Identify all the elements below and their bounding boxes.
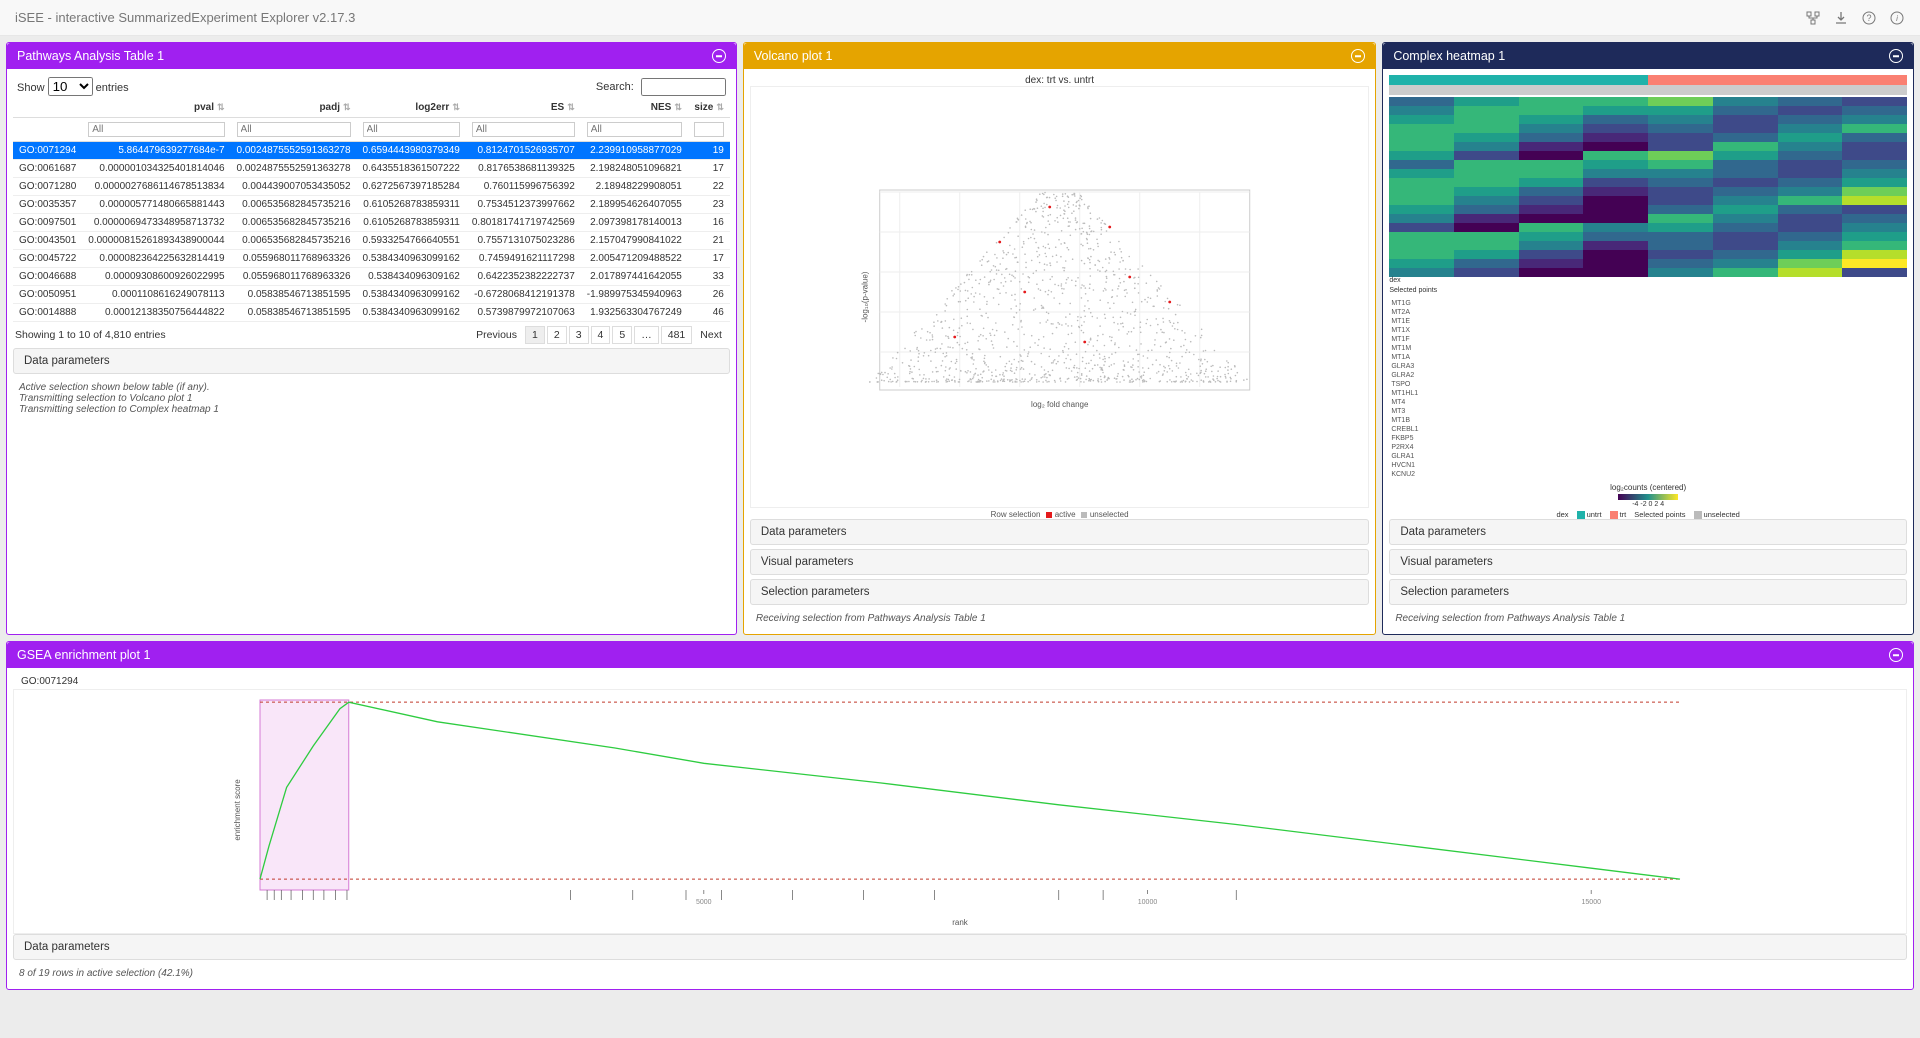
column-header[interactable]: ES [466,98,581,118]
column-header[interactable]: log2err [357,98,466,118]
panel-title: Complex heatmap 1 [1393,49,1505,63]
table-row[interactable]: GO:00466880.000093086009260229950.055968… [13,268,730,286]
download-icon[interactable] [1833,10,1849,26]
table-row[interactable]: GO:00616870.0000010343254018140460.00248… [13,160,730,178]
svg-text:5000: 5000 [696,899,712,906]
collapse-data-parameters[interactable]: Data parameters [13,934,1907,960]
volcano-plot[interactable]: log₂ fold change -log₁₀(p-value) [750,86,1369,508]
column-filter[interactable] [237,122,351,137]
search-label: Search: [596,81,634,93]
help-icon[interactable]: ? [1861,10,1877,26]
pathways-table: pvalpadjlog2errESNESsize GO:00712945.864… [13,98,730,322]
table-row[interactable]: GO:00712800.00000276861146785138340.0044… [13,178,730,196]
dt-info: Showing 1 to 10 of 4,810 entries [15,329,166,341]
column-header[interactable]: padj [231,98,357,118]
page-link[interactable]: Previous [470,327,523,343]
table-row[interactable]: GO:00435010.000008152618934389000440.006… [13,232,730,250]
gsea-pathway-id: GO:0071294 [13,674,1907,689]
table-row[interactable]: GO:00712945.864479639277684e-70.00248755… [13,142,730,160]
dt-length-control: Show 102550100 entries [17,77,129,96]
svg-text:10000: 10000 [1138,899,1158,906]
panel-footer: Receiving selection from Pathways Analys… [750,609,1369,628]
panel-footer: Active selection shown below table (if a… [13,378,730,419]
collapse-data-parameters[interactable]: Data parameters [13,348,730,374]
page-link[interactable]: 2 [547,326,567,344]
page-link[interactable]: 4 [591,326,611,344]
column-filter[interactable] [363,122,460,137]
svg-text:rank: rank [952,918,969,927]
svg-text:-log₁₀(p-value): -log₁₀(p-value) [861,271,870,322]
collapse-icon[interactable] [712,49,726,63]
svg-text:?: ? [1866,13,1871,23]
panel-title: Pathways Analysis Table 1 [17,49,164,63]
svg-text:log₂ fold change: log₂ fold change [1031,400,1089,409]
collapse-data-parameters[interactable]: Data parameters [1389,519,1907,545]
table-row[interactable]: GO:00509510.00011086162490781130.0583854… [13,286,730,304]
svg-text:15000: 15000 [1582,899,1602,906]
page-link[interactable]: 3 [569,326,589,344]
page-link[interactable]: Next [694,327,728,343]
svg-text:enrichment score: enrichment score [233,779,242,841]
column-header[interactable]: pval [82,98,230,118]
panel-title: Volcano plot 1 [754,49,833,63]
page-link[interactable]: 481 [661,326,693,344]
collapse-visual-parameters[interactable]: Visual parameters [1389,549,1907,575]
table-row[interactable]: GO:00353570.0000057714806658814430.00653… [13,196,730,214]
collapse-data-parameters[interactable]: Data parameters [750,519,1369,545]
collapse-icon[interactable] [1889,648,1903,662]
column-header[interactable]: size [688,98,730,118]
gsea-plot[interactable]: 5000 10000 15000 rank enrichment score [13,689,1907,934]
entries-select[interactable]: 102550100 [48,77,93,96]
column-filter[interactable] [694,122,724,137]
panel-footer: 8 of 19 rows in active selection (42.1%) [13,964,1907,983]
heatmap-plot[interactable]: dex Selected points MT1GMT2AMT1EMT1XMT1F… [1389,75,1907,479]
info-icon[interactable]: i [1889,10,1905,26]
diagram-icon[interactable] [1805,10,1821,26]
search-input[interactable] [641,78,726,96]
table-row[interactable]: GO:00457220.0000823642256328144190.05596… [13,250,730,268]
table-row[interactable]: GO:00148880.000121383507564448220.058385… [13,304,730,322]
pathways-panel: Pathways Analysis Table 1 Show 102550100… [6,42,737,635]
app-title: iSEE - interactive SummarizedExperiment … [15,10,355,25]
heatmap-legend: log₂counts (centered) -4 -2 0 2 4 dex un… [1389,483,1907,519]
column-filter[interactable] [472,122,575,137]
svg-text:i: i [1896,14,1898,23]
volcano-panel: Volcano plot 1 dex: trt vs. untrt log₂ f… [743,42,1376,635]
table-row[interactable]: GO:00975010.00000694733489587137320.0065… [13,214,730,232]
collapse-icon[interactable] [1889,49,1903,63]
column-header[interactable] [13,98,82,118]
collapse-visual-parameters[interactable]: Visual parameters [750,549,1369,575]
column-filter[interactable] [587,122,682,137]
collapse-selection-parameters[interactable]: Selection parameters [750,579,1369,605]
collapse-selection-parameters[interactable]: Selection parameters [1389,579,1907,605]
collapse-icon[interactable] [1351,49,1365,63]
page-link[interactable]: 1 [525,326,545,344]
page-link[interactable]: 5 [612,326,632,344]
plot-title: dex: trt vs. untrt [750,75,1369,86]
gsea-panel: GSEA enrichment plot 1 GO:0071294 5000 10… [6,641,1914,990]
page-link[interactable]: … [634,326,659,344]
column-filter[interactable] [88,122,224,137]
panel-title: GSEA enrichment plot 1 [17,648,150,662]
column-header[interactable]: NES [581,98,688,118]
heatmap-panel: Complex heatmap 1 dex Selected points MT… [1382,42,1914,635]
pagination: Previous12345…481Next [470,326,728,344]
panel-footer: Receiving selection from Pathways Analys… [1389,609,1907,628]
row-selection-legend: Row selection active unselected [750,508,1369,519]
